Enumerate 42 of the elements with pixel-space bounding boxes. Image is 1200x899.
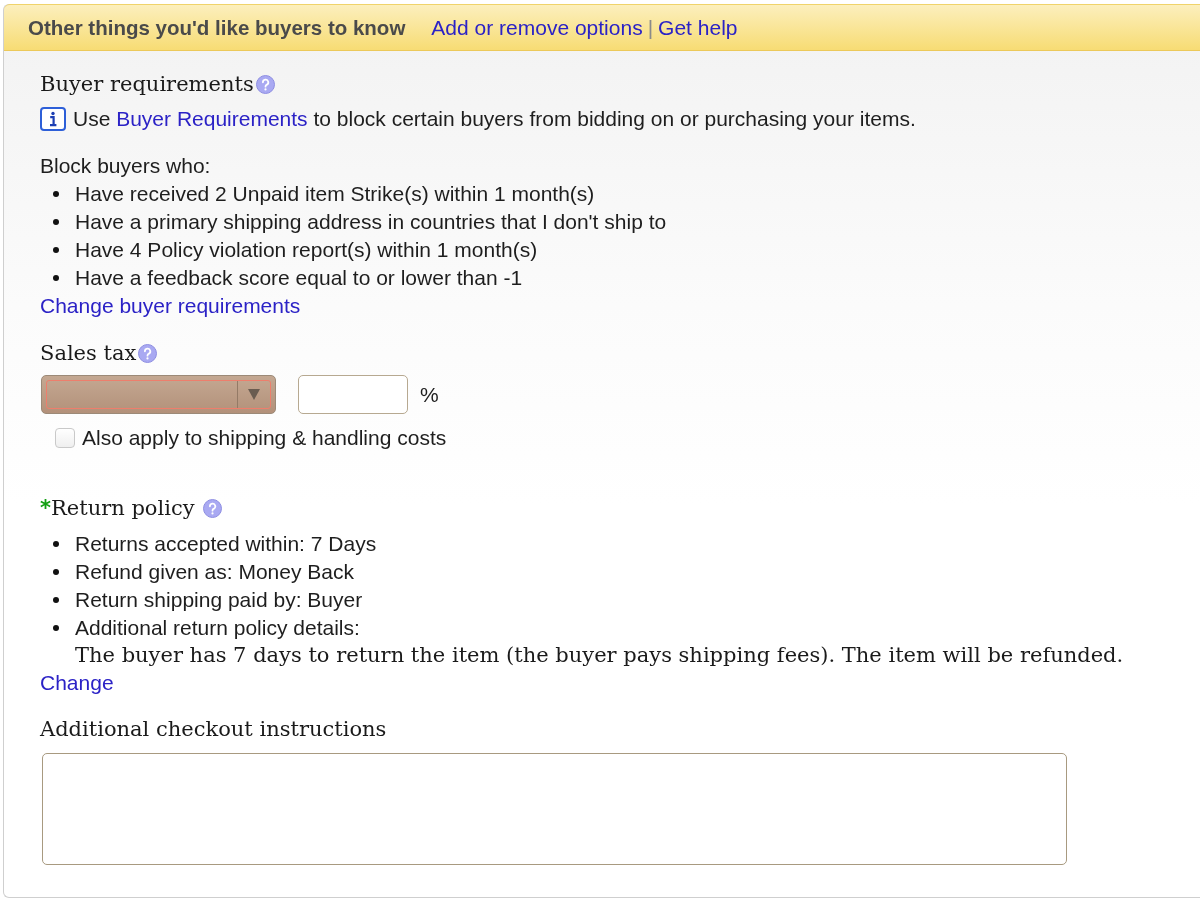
checkbox[interactable] — [55, 428, 75, 448]
requirement-item: Have received 2 Unpaid item Strike(s) within 1 month(s) — [75, 181, 595, 207]
requirement-item: Have a feedback score equal to or lower than -1 — [75, 265, 523, 291]
header-link[interactable]: Add or remove options — [431, 15, 643, 40]
required-mark: * — [40, 495, 51, 522]
section-heading: Sales tax — [40, 340, 137, 367]
state-select[interactable] — [41, 375, 276, 414]
change-requirements-link[interactable]: Change buyer requirements — [40, 294, 301, 317]
requirement-item: Have a primary shipping address in countries that I don't ship to — [75, 209, 667, 235]
section-heading: Buyer requirements — [40, 71, 254, 98]
section-heading: Return policy — [51, 495, 195, 522]
notice-text: Use Buyer Requirements to block certain buyers from bidding on or purchasing your items. — [73, 106, 916, 132]
section-title: Other things you'd like buyers to know — [28, 15, 406, 40]
help-icon[interactable] — [138, 343, 158, 363]
bullet-icon — [53, 247, 59, 253]
checkout-instructions-field[interactable] — [42, 753, 1067, 865]
policy-item: Additional return policy details: — [75, 615, 360, 641]
buyer-requirements-link[interactable]: Buyer Requirements — [116, 107, 308, 130]
bullet-icon — [53, 569, 59, 575]
change-policy-link[interactable]: Change — [40, 671, 114, 694]
bullet-icon — [53, 275, 59, 281]
policy-item: Returns accepted within: 7 Days — [75, 531, 377, 557]
caret-icon — [248, 389, 260, 400]
percent-sign: % — [420, 381, 439, 408]
tax-rate-field[interactable] — [298, 375, 408, 414]
bullet-icon — [53, 191, 59, 197]
header-link[interactable]: Get help — [658, 15, 738, 40]
link-separator: | — [647, 15, 654, 40]
help-icon[interactable] — [202, 498, 222, 518]
policy-item: Return shipping paid by: Buyer — [75, 587, 363, 613]
requirement-item: Have 4 Policy violation report(s) within 1 month(s) — [75, 237, 538, 263]
block-buyers-label: Block buyers who: — [40, 153, 211, 179]
help-icon[interactable] — [255, 74, 275, 94]
bullet-icon — [53, 597, 59, 603]
bullet-icon — [53, 625, 59, 631]
info-icon — [40, 107, 66, 131]
policy-details: The buyer has 7 days to return the item (the buyer pays shipping fees). The item will be refunded. — [75, 642, 1124, 669]
bullet-icon — [53, 541, 59, 547]
bullet-icon — [53, 219, 59, 225]
section-heading: Additional checkout instructions — [40, 716, 387, 743]
checkbox-label: Also apply to shipping & handling costs — [82, 425, 447, 451]
policy-item: Refund given as: Money Back — [75, 559, 354, 585]
